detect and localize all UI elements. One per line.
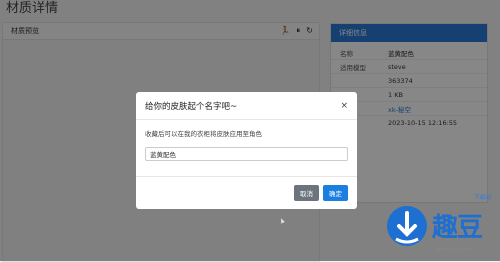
name-skin-dialog: 给你的皮肤起个名字吧~ × 收藏后可以在我的衣柜将皮肤应用至角色 取消 确定 [136, 92, 357, 209]
watermark-url: www.qdou.com [436, 247, 475, 253]
close-icon[interactable]: × [340, 101, 348, 111]
watermark-top-text: 下载站 [473, 194, 492, 201]
watermark-logo-icon [387, 206, 427, 246]
watermark: 下载站 趣豆 www.qdou.com [380, 187, 500, 261]
dialog-header: 给你的皮肤起个名字吧~ × [136, 92, 357, 120]
dialog-footer: 取消 确定 [136, 176, 357, 209]
dialog-body: 收藏后可以在我的衣柜将皮肤应用至角色 [136, 120, 357, 161]
cancel-button[interactable]: 取消 [294, 185, 319, 201]
skin-name-input[interactable] [145, 147, 348, 161]
confirm-button[interactable]: 确定 [323, 185, 348, 201]
dialog-hint: 收藏后可以在我的衣柜将皮肤应用至角色 [145, 130, 262, 138]
watermark-brand: 趣豆 [432, 213, 483, 243]
dialog-title: 给你的皮肤起个名字吧~ [145, 101, 238, 112]
